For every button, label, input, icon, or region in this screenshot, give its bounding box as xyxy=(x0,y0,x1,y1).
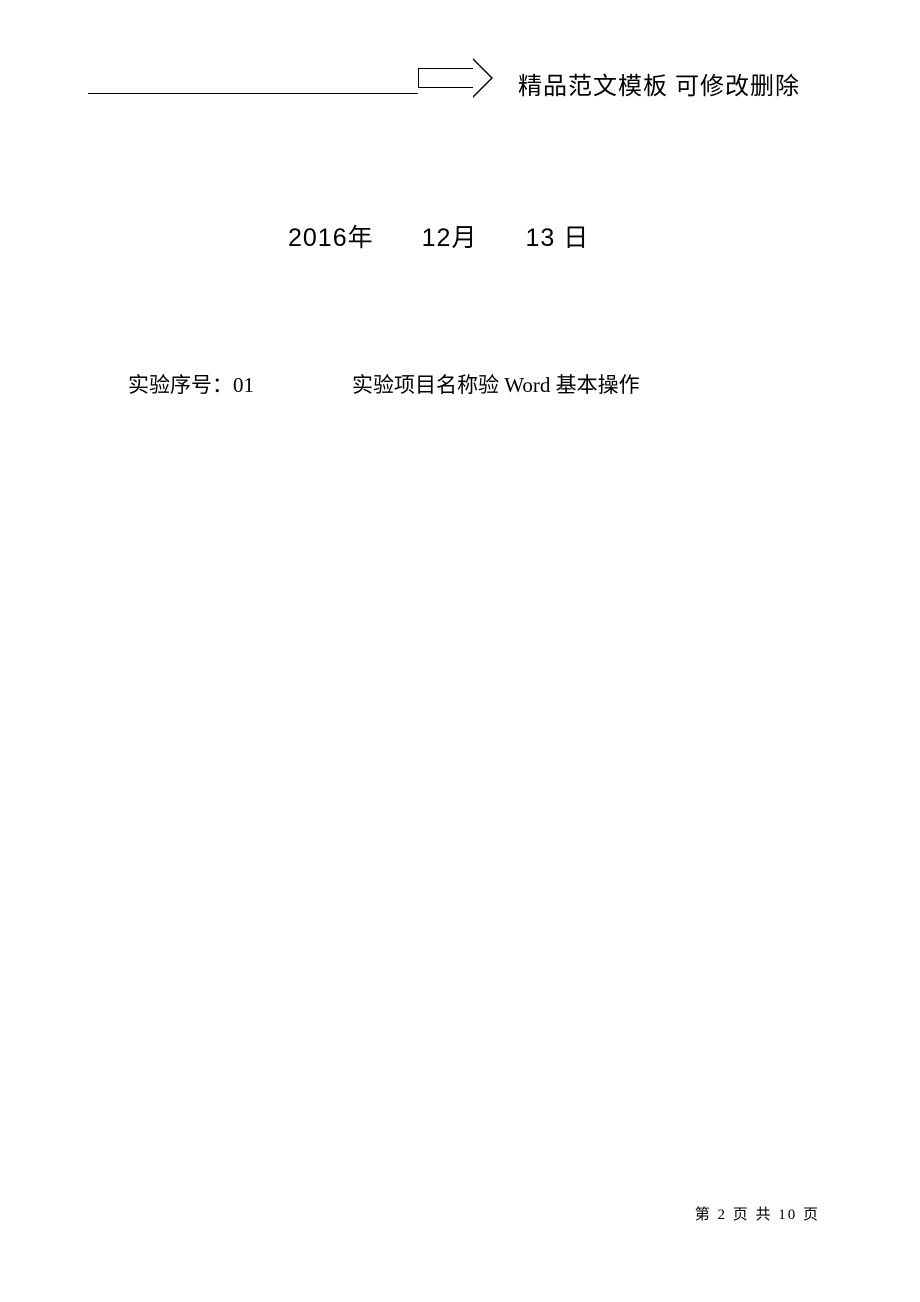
date-month-value: 12 xyxy=(422,224,452,252)
experiment-project-label: 实验项目名称验 Word 基本操作 xyxy=(352,373,640,397)
page-footer: 第 2 页 共 10 页 xyxy=(695,1203,820,1224)
header-title: 精品范文模板 可修改删除 xyxy=(518,66,800,101)
footer-middle: 页 共 xyxy=(733,1207,773,1223)
footer-prefix: 第 xyxy=(695,1207,712,1223)
date-month-suffix: 月 xyxy=(451,224,477,252)
footer-current-page: 2 xyxy=(717,1207,727,1223)
header-underline xyxy=(88,93,418,94)
experiment-serial-label: 实验序号： xyxy=(128,373,233,397)
experiment-info: 实验序号：01 实验项目名称验 Word 基本操作 xyxy=(128,369,640,399)
date-display: 2016年 12月 13 日 xyxy=(288,218,589,254)
experiment-serial-value: 01 xyxy=(233,373,254,397)
arrow-icon xyxy=(418,58,503,98)
footer-total-pages: 10 xyxy=(778,1207,797,1223)
date-day-value: 13 xyxy=(525,224,555,252)
footer-suffix: 页 xyxy=(803,1207,820,1223)
date-year-suffix: 年 xyxy=(348,224,374,252)
date-year-value: 2016 xyxy=(288,224,348,252)
date-day-suffix: 日 xyxy=(563,224,589,252)
